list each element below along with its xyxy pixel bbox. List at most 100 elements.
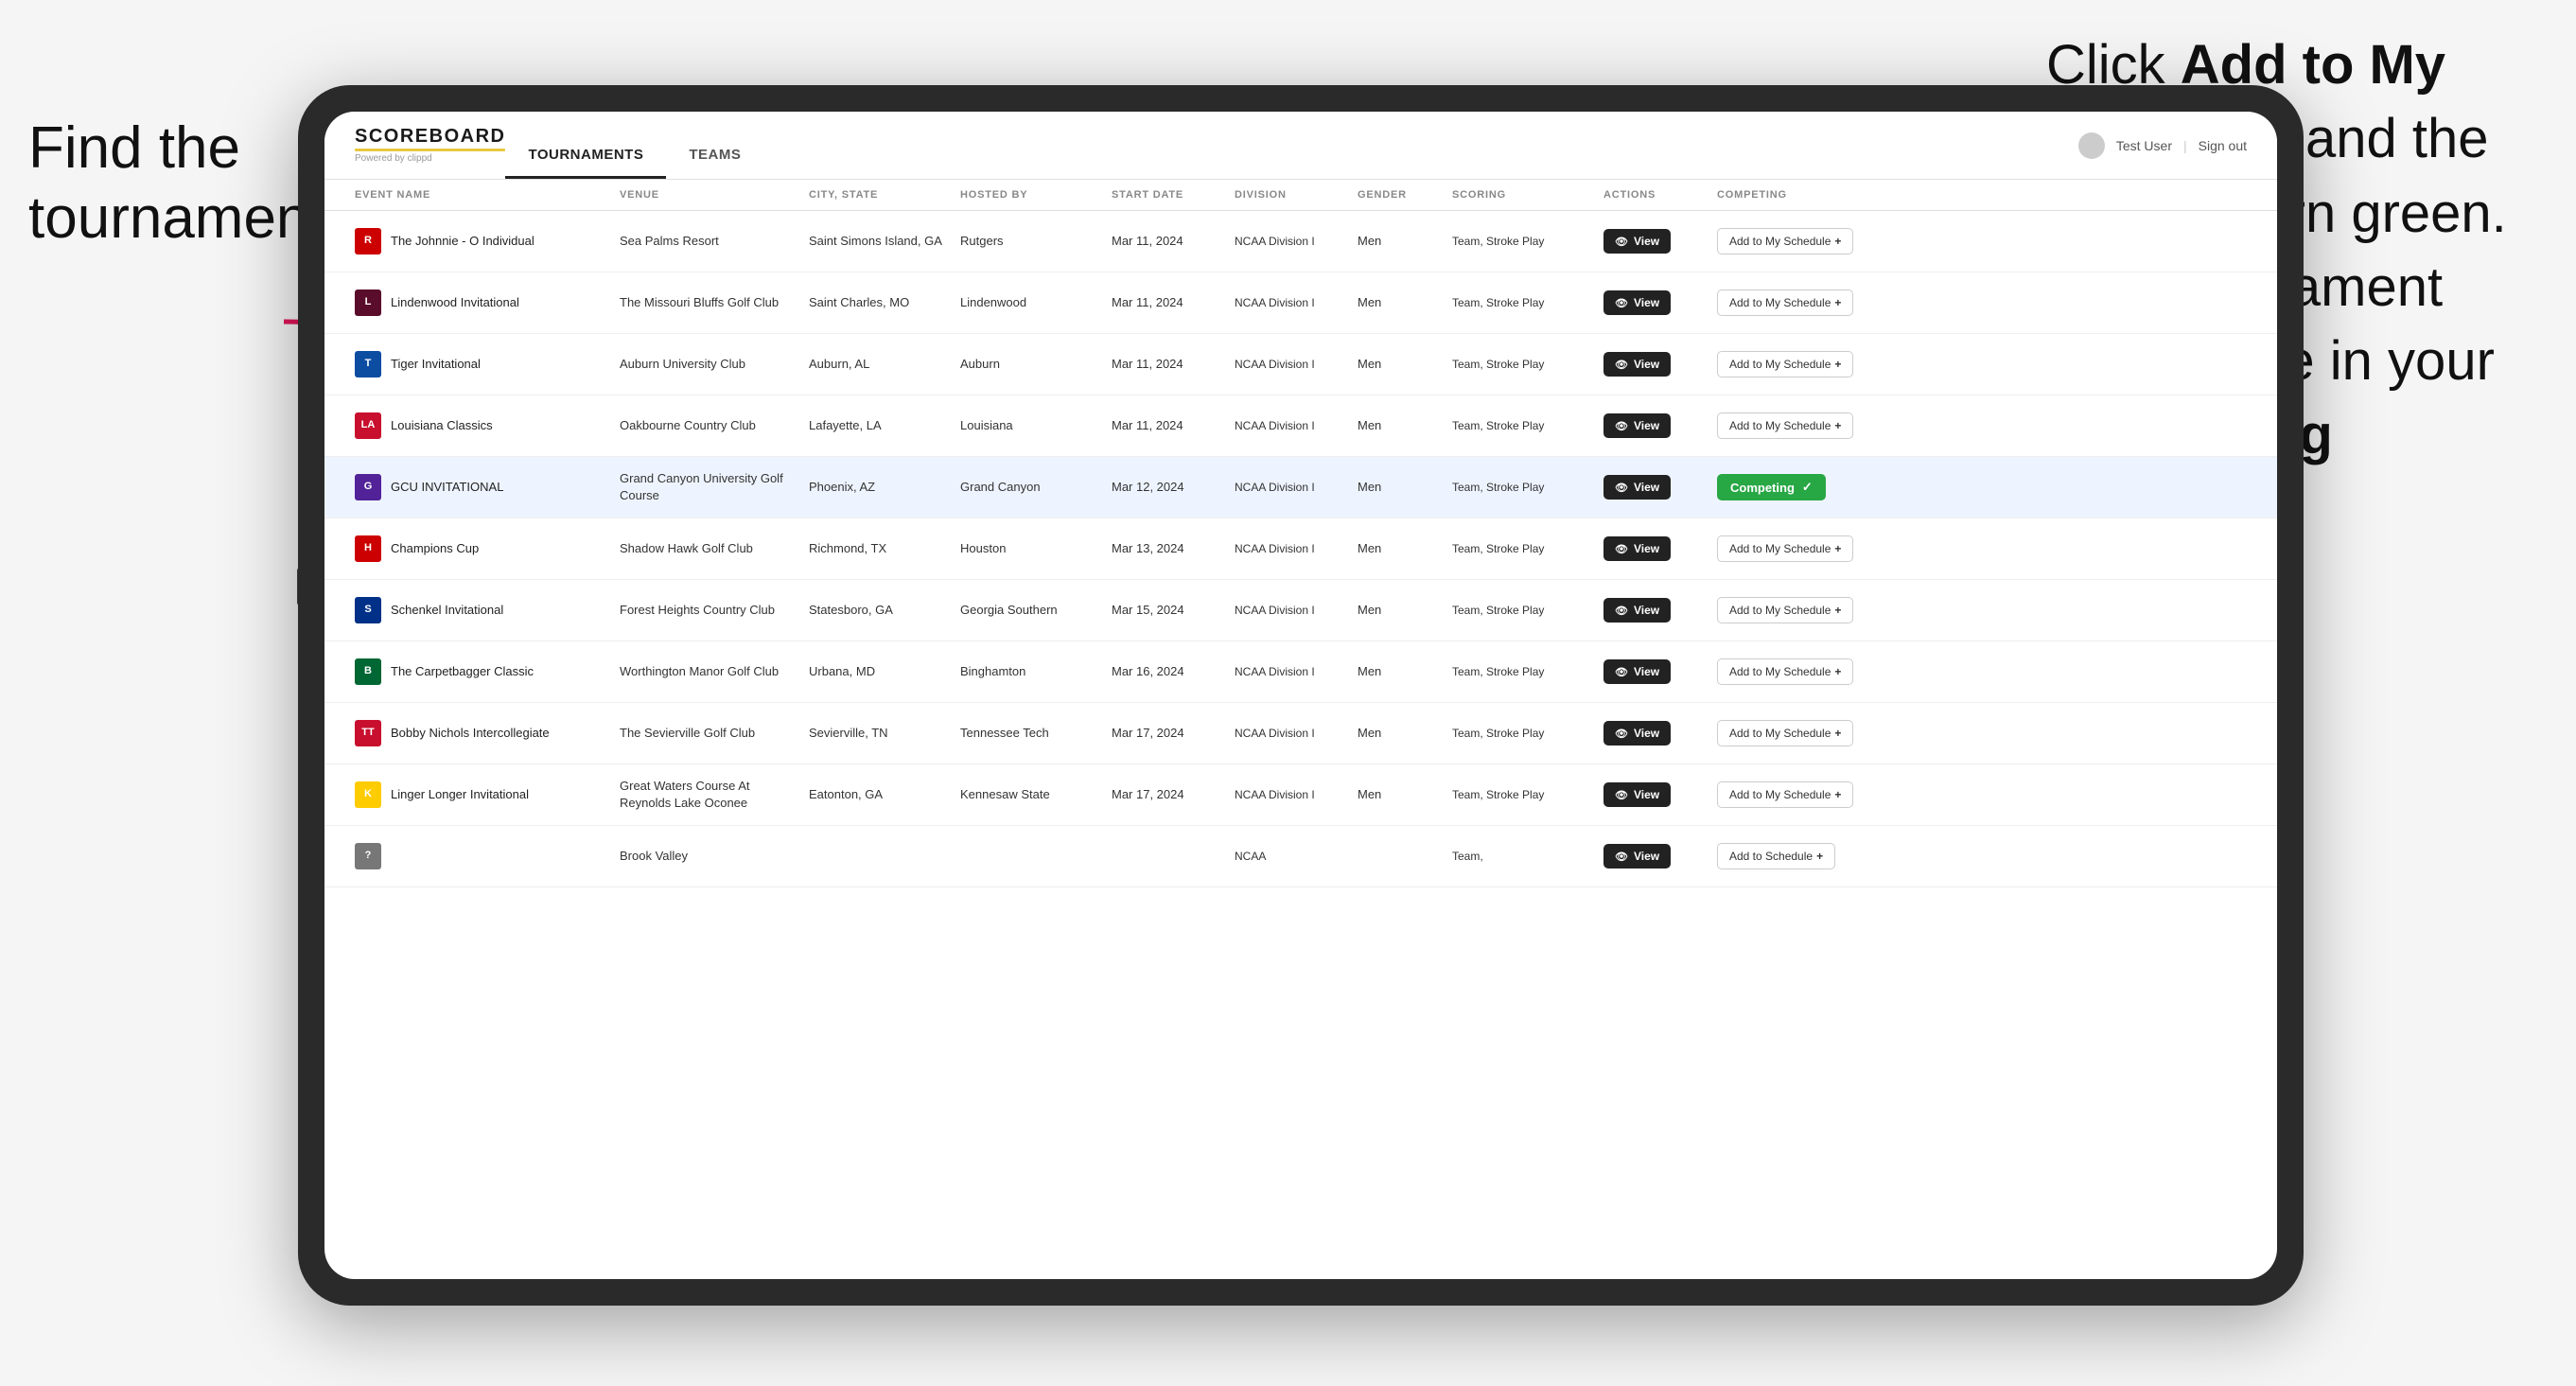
view-label: View bbox=[1634, 665, 1659, 678]
city-state-cell: Lafayette, LA bbox=[801, 410, 953, 442]
view-button[interactable]: View bbox=[1603, 290, 1671, 315]
competing-cell: Add to My Schedule bbox=[1709, 589, 1899, 631]
view-button[interactable]: View bbox=[1603, 844, 1671, 868]
add-schedule-label: Add to My Schedule bbox=[1729, 727, 1831, 740]
gender-cell: Men bbox=[1350, 410, 1445, 442]
team-logo: ? bbox=[355, 843, 381, 869]
event-name-cell: RThe Johnnie - O Individual bbox=[347, 220, 612, 262]
division-cell: NCAA Division I bbox=[1227, 472, 1350, 503]
division-cell: NCAA Division I bbox=[1227, 226, 1350, 257]
hosted-by-cell: Rutgers bbox=[953, 225, 1104, 257]
division-cell: NCAA Division I bbox=[1227, 349, 1350, 380]
actions-cell: View bbox=[1596, 406, 1709, 446]
actions-cell: View bbox=[1596, 529, 1709, 569]
hosted-by-cell: Houston bbox=[953, 533, 1104, 565]
city-state-cell: Statesboro, GA bbox=[801, 594, 953, 626]
table-row: TTBobby Nichols IntercollegiateThe Sevie… bbox=[324, 703, 2277, 764]
view-button[interactable]: View bbox=[1603, 782, 1671, 807]
city-state-cell: Saint Charles, MO bbox=[801, 287, 953, 319]
add-schedule-label: Add to My Schedule bbox=[1729, 235, 1831, 248]
view-button[interactable]: View bbox=[1603, 229, 1671, 254]
view-button[interactable]: View bbox=[1603, 536, 1671, 561]
actions-cell: View bbox=[1596, 775, 1709, 815]
event-name-cell: ? bbox=[347, 835, 612, 877]
start-date-cell bbox=[1104, 849, 1227, 864]
view-label: View bbox=[1634, 296, 1659, 309]
scoring-cell: Team, Stroke Play bbox=[1445, 288, 1596, 319]
venue-cell: Shadow Hawk Golf Club bbox=[612, 533, 801, 565]
app-logo: SCOREBOARD Powered by clippd bbox=[355, 127, 505, 164]
gender-cell: Men bbox=[1350, 225, 1445, 257]
nav-tab-teams[interactable]: TEAMS bbox=[666, 147, 763, 179]
venue-cell: Oakbourne Country Club bbox=[612, 410, 801, 442]
start-date-cell: Mar 17, 2024 bbox=[1104, 779, 1227, 811]
start-date-cell: Mar 13, 2024 bbox=[1104, 533, 1227, 565]
team-logo: S bbox=[355, 597, 381, 623]
team-logo: G bbox=[355, 474, 381, 500]
event-name-cell: TTiger Invitational bbox=[347, 343, 612, 385]
sign-out-link[interactable]: Sign out bbox=[2199, 138, 2247, 153]
gender-cell: Men bbox=[1350, 533, 1445, 565]
start-date-cell: Mar 12, 2024 bbox=[1104, 471, 1227, 503]
gender-cell: Men bbox=[1350, 594, 1445, 626]
eye-icon bbox=[1615, 358, 1628, 371]
eye-icon bbox=[1615, 665, 1628, 678]
actions-cell: View bbox=[1596, 836, 1709, 876]
view-label: View bbox=[1634, 604, 1659, 617]
add-to-schedule-button[interactable]: Add to Schedule bbox=[1717, 843, 1835, 869]
venue-cell: Brook Valley bbox=[612, 840, 801, 872]
add-schedule-label: Add to My Schedule bbox=[1729, 358, 1831, 371]
scoring-cell: Team, Stroke Play bbox=[1445, 226, 1596, 257]
event-name-cell: TTBobby Nichols Intercollegiate bbox=[347, 712, 612, 754]
view-button[interactable]: View bbox=[1603, 413, 1671, 438]
tablet-screen: SCOREBOARD Powered by clippd TOURNAMENTS… bbox=[324, 112, 2277, 1279]
nav-tab-tournaments[interactable]: TOURNAMENTS bbox=[505, 147, 666, 179]
eye-icon bbox=[1615, 788, 1628, 801]
eye-icon bbox=[1615, 481, 1628, 494]
gender-cell: Men bbox=[1350, 348, 1445, 380]
hosted-by-cell: Georgia Southern bbox=[953, 594, 1104, 626]
table-header: EVENT NAME VENUE CITY, STATE HOSTED BY S… bbox=[324, 180, 2277, 211]
hosted-by-cell: Grand Canyon bbox=[953, 471, 1104, 503]
view-button[interactable]: View bbox=[1603, 475, 1671, 500]
add-to-schedule-button[interactable]: Add to My Schedule bbox=[1717, 289, 1853, 316]
table-row: LLindenwood InvitationalThe Missouri Blu… bbox=[324, 272, 2277, 334]
col-header-venue: VENUE bbox=[612, 180, 801, 210]
add-to-schedule-button[interactable]: Add to My Schedule bbox=[1717, 781, 1853, 808]
add-to-schedule-button[interactable]: Add to My Schedule bbox=[1717, 351, 1853, 377]
actions-cell: View bbox=[1596, 652, 1709, 692]
view-label: View bbox=[1634, 358, 1659, 371]
city-state-cell: Sevierville, TN bbox=[801, 717, 953, 749]
scoring-cell: Team, Stroke Play bbox=[1445, 595, 1596, 626]
hosted-by-cell: Kennesaw State bbox=[953, 779, 1104, 811]
view-button[interactable]: View bbox=[1603, 659, 1671, 684]
view-button[interactable]: View bbox=[1603, 598, 1671, 623]
plus-icon bbox=[1834, 419, 1841, 432]
add-to-schedule-button[interactable]: Add to My Schedule bbox=[1717, 228, 1853, 254]
team-logo: B bbox=[355, 658, 381, 685]
plus-icon bbox=[1834, 542, 1841, 555]
event-name: GCU INVITATIONAL bbox=[391, 479, 503, 496]
scoring-cell: Team, Stroke Play bbox=[1445, 534, 1596, 565]
view-label: View bbox=[1634, 481, 1659, 494]
add-to-schedule-button[interactable]: Add to My Schedule bbox=[1717, 597, 1853, 623]
division-cell: NCAA Division I bbox=[1227, 534, 1350, 565]
competing-button[interactable]: Competing bbox=[1717, 474, 1826, 500]
add-to-schedule-button[interactable]: Add to My Schedule bbox=[1717, 658, 1853, 685]
add-schedule-label: Add to My Schedule bbox=[1729, 788, 1831, 801]
top-bar-right: Test User | Sign out bbox=[2078, 132, 2247, 159]
tablet-frame: SCOREBOARD Powered by clippd TOURNAMENTS… bbox=[298, 85, 2304, 1306]
scoring-cell: Team, Stroke Play bbox=[1445, 472, 1596, 503]
add-to-schedule-button[interactable]: Add to My Schedule bbox=[1717, 535, 1853, 562]
view-button[interactable]: View bbox=[1603, 721, 1671, 746]
add-to-schedule-button[interactable]: Add to My Schedule bbox=[1717, 720, 1853, 746]
view-button[interactable]: View bbox=[1603, 352, 1671, 377]
plus-icon bbox=[1834, 727, 1841, 740]
add-to-schedule-button[interactable]: Add to My Schedule bbox=[1717, 412, 1853, 439]
user-avatar bbox=[2078, 132, 2105, 159]
scoring-cell: Team, Stroke Play bbox=[1445, 718, 1596, 749]
start-date-cell: Mar 16, 2024 bbox=[1104, 656, 1227, 688]
logo-sub: Powered by clippd bbox=[355, 153, 505, 164]
eye-icon bbox=[1615, 850, 1628, 863]
plus-icon bbox=[1834, 296, 1841, 309]
